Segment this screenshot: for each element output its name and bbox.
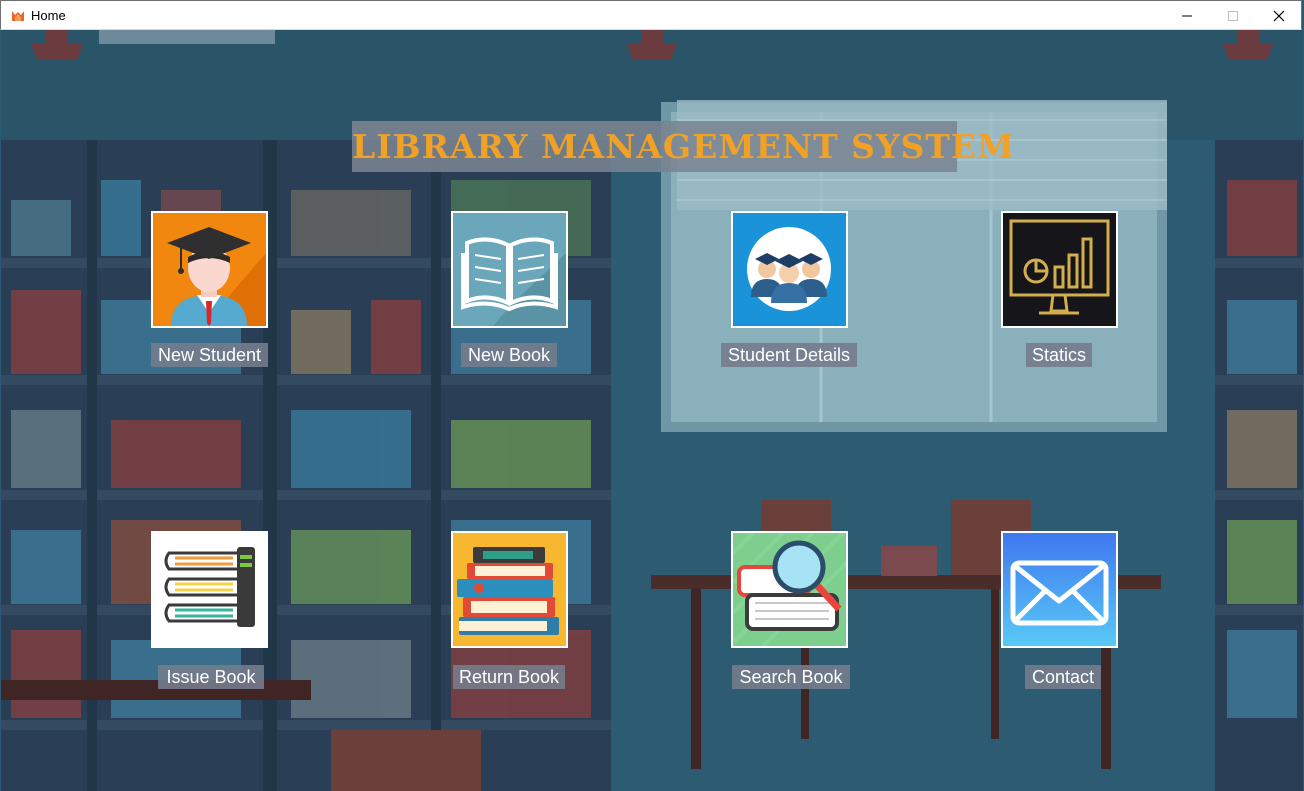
app-title: LIBRARY MANAGEMENT SYSTEM (352, 121, 1014, 172)
book-stack-issue-icon (153, 533, 266, 646)
contact-button[interactable] (1001, 531, 1118, 648)
open-book-icon (453, 213, 566, 326)
maximize-icon (1228, 10, 1238, 21)
maximize-button[interactable] (1210, 1, 1256, 30)
statics-label[interactable]: Statics (1026, 343, 1092, 367)
statics-button[interactable] (1001, 211, 1118, 328)
students-group-icon (733, 213, 846, 326)
book-pile-icon (453, 533, 566, 646)
student-details-label[interactable]: Student Details (721, 343, 857, 367)
search-book-label[interactable]: Search Book (732, 665, 850, 689)
new-student-button[interactable] (151, 211, 268, 328)
library-background: LIBRARY MANAGEMENT SYSTEM New Student Ne… (1, 30, 1303, 791)
window-titlebar: Home (0, 0, 1302, 30)
magnifier-book-icon (733, 533, 846, 646)
window-title: Home (31, 8, 66, 23)
statistics-monitor-icon (1003, 213, 1116, 326)
close-icon (1273, 10, 1285, 21)
app-icon (11, 9, 25, 28)
new-book-button[interactable] (451, 211, 568, 328)
envelope-icon (1003, 533, 1116, 646)
return-book-button[interactable] (451, 531, 568, 648)
minimize-icon (1182, 15, 1192, 16)
return-book-label[interactable]: Return Book (453, 665, 565, 689)
issue-book-button[interactable] (151, 531, 268, 648)
new-student-label[interactable]: New Student (151, 343, 268, 367)
student-details-button[interactable] (731, 211, 848, 328)
search-book-button[interactable] (731, 531, 848, 648)
new-book-label[interactable]: New Book (461, 343, 557, 367)
graduate-student-icon (153, 213, 266, 326)
contact-label[interactable]: Contact (1025, 665, 1101, 689)
close-button[interactable] (1256, 1, 1302, 30)
issue-book-label[interactable]: Issue Book (158, 665, 264, 689)
minimize-button[interactable] (1164, 1, 1210, 30)
